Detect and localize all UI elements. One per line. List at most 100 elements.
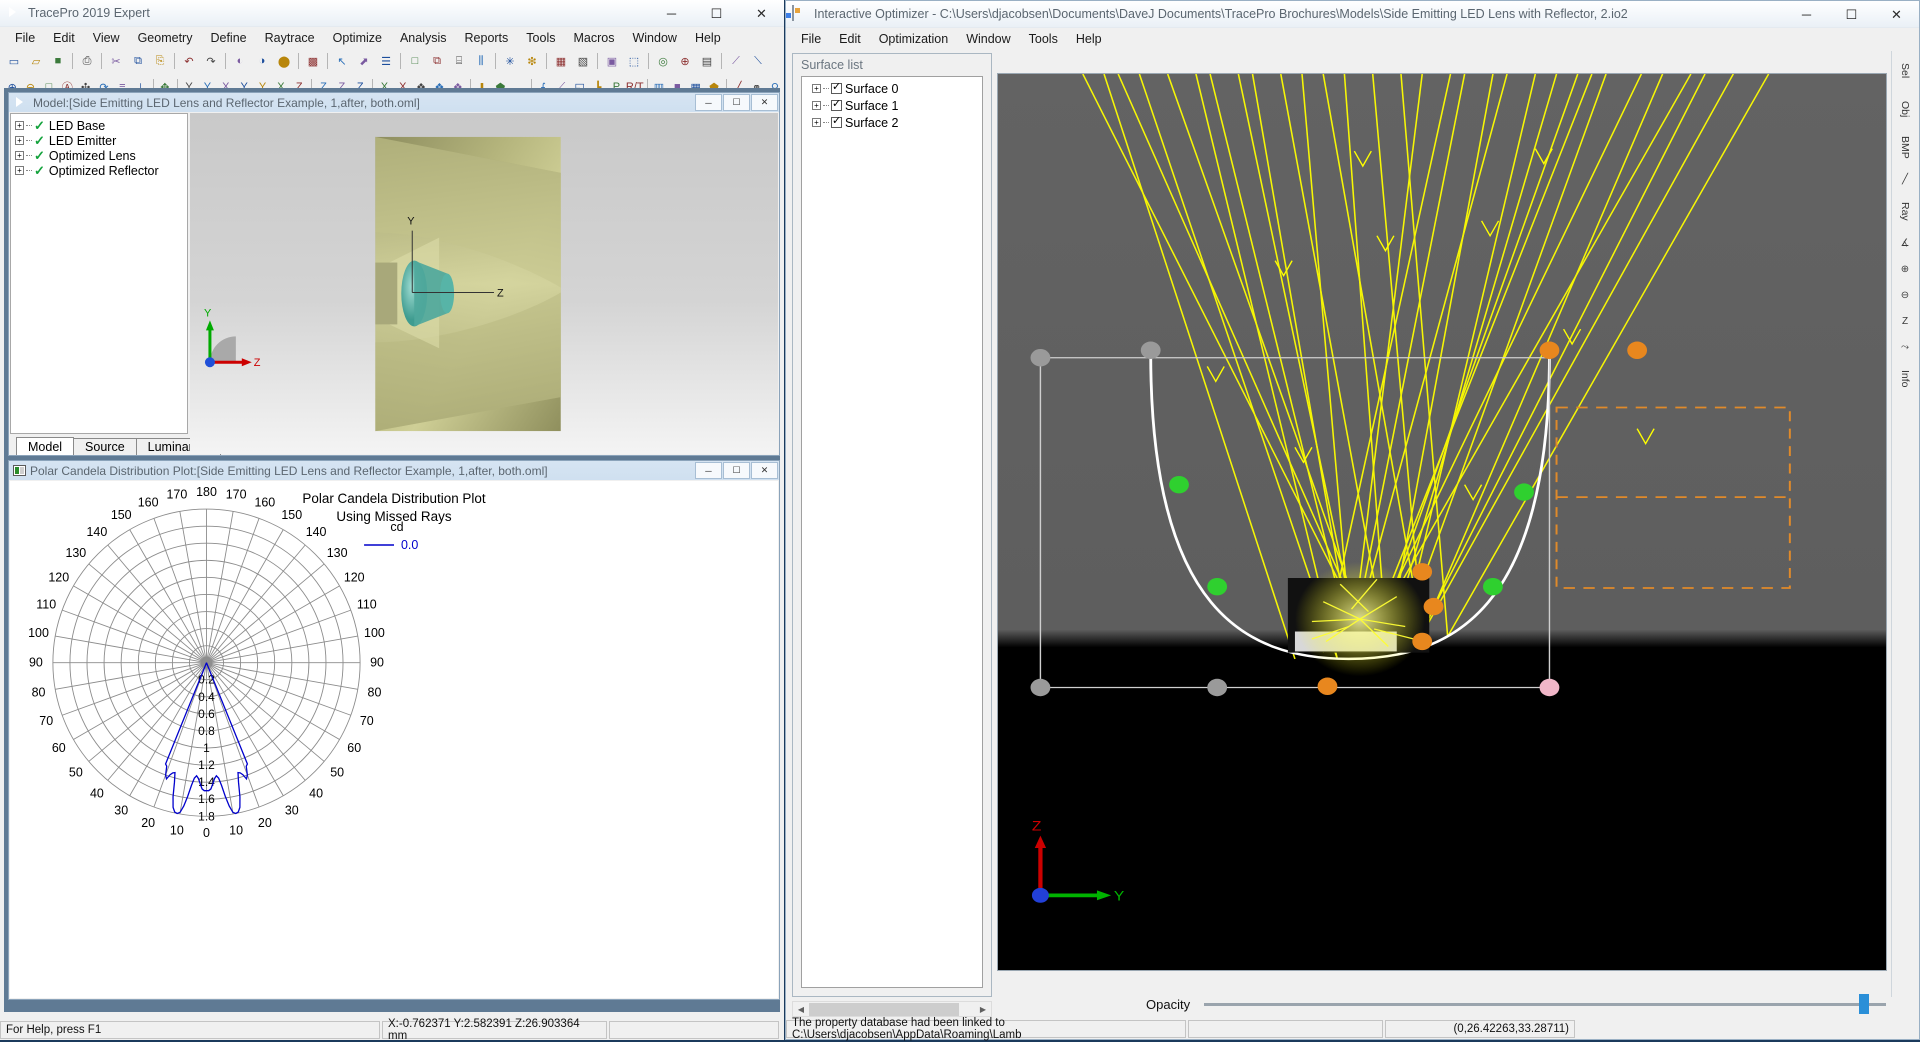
- window-tile-vertical-icon[interactable]: ⫼: [470, 50, 492, 72]
- candela-globe-icon[interactable]: ⊕: [674, 50, 696, 72]
- shade-icon[interactable]: ◑: [251, 50, 273, 72]
- tracepro-menu-optimize[interactable]: Optimize: [324, 29, 391, 47]
- axis-z-icon[interactable]: Z: [1893, 309, 1917, 333]
- tab-obj-button[interactable]: Obj: [1893, 91, 1917, 127]
- zoom-out-icon[interactable]: ⊖: [1893, 283, 1917, 307]
- optimizer-hscrollbar[interactable]: ◀ ▶: [792, 1001, 992, 1017]
- sort-rays-icon[interactable]: ⟋: [725, 50, 747, 72]
- tracepro-menu-analysis[interactable]: Analysis: [391, 29, 456, 47]
- reverse-raytrace-icon[interactable]: ❇: [521, 50, 543, 72]
- tracepro-close-button[interactable]: ✕: [739, 0, 784, 27]
- opacity-slider[interactable]: [1204, 993, 1886, 1014]
- model-tree[interactable]: + ✓ LED Base + ✓ LED Emitter + ✓ Optimized Lens +…: [10, 113, 188, 434]
- tracepro-menu-window[interactable]: Window: [623, 29, 685, 47]
- text-list-icon[interactable]: ☰: [375, 50, 397, 72]
- raytrace-icon[interactable]: ✳: [499, 50, 521, 72]
- window-single-icon[interactable]: □: [404, 50, 426, 72]
- hscroll-thumb[interactable]: [809, 1002, 959, 1016]
- select-edge-icon[interactable]: ⬈: [353, 50, 375, 72]
- print-icon[interactable]: ⎙: [76, 50, 98, 72]
- tree-expander-icon[interactable]: +: [15, 151, 24, 160]
- cut-icon[interactable]: ✂: [105, 50, 127, 72]
- optimizer-menu-optimization[interactable]: Optimization: [870, 30, 957, 48]
- model-maximize-button[interactable]: ☐: [723, 94, 750, 111]
- 3d-irradiance-icon[interactable]: ⬚: [623, 50, 645, 72]
- plot-minimize-button[interactable]: ─: [695, 462, 722, 479]
- optimizer-menu-help[interactable]: Help: [1067, 30, 1111, 48]
- tracepro-minimize-button[interactable]: ─: [649, 0, 694, 27]
- tab-model[interactable]: Model: [16, 437, 75, 455]
- paste-icon[interactable]: ⎘: [149, 50, 171, 72]
- surface-list[interactable]: + Surface 0 + Surface 1 + Surface 2: [801, 76, 983, 988]
- tracepro-menu-raytrace[interactable]: Raytrace: [256, 29, 324, 47]
- half-shade-icon[interactable]: ◐: [229, 50, 251, 72]
- surface-checkbox[interactable]: [831, 98, 842, 111]
- tracepro-menu-geometry[interactable]: Geometry: [129, 29, 202, 47]
- tab-info-button[interactable]: Info: [1893, 361, 1917, 397]
- tracepro-menu-macros[interactable]: Macros: [564, 29, 623, 47]
- tracepro-menu-help[interactable]: Help: [686, 29, 730, 47]
- tab-source[interactable]: Source: [73, 438, 137, 455]
- tree-node[interactable]: + ✓ Optimized Reflector: [15, 163, 187, 178]
- tracepro-maximize-button[interactable]: ☐: [694, 0, 739, 27]
- open-file-icon[interactable]: ▱: [25, 50, 47, 72]
- render-icon[interactable]: ▩: [302, 50, 324, 72]
- tree-expander-icon[interactable]: +: [15, 121, 24, 130]
- save-icon[interactable]: ■: [47, 50, 69, 72]
- optimizer-menu-tools[interactable]: Tools: [1020, 30, 1067, 48]
- tab-sel-button[interactable]: Sel: [1893, 53, 1917, 89]
- photo-real-icon[interactable]: ▣: [601, 50, 623, 72]
- model-minimize-button[interactable]: ─: [695, 94, 722, 111]
- window-cascade-icon[interactable]: ⧉: [426, 50, 448, 72]
- surface-expander-icon[interactable]: +: [812, 118, 821, 127]
- surface-expander-icon[interactable]: +: [812, 101, 821, 110]
- new-file-icon[interactable]: ▭: [3, 50, 25, 72]
- tree-node[interactable]: + ✓ Optimized Lens: [15, 148, 187, 163]
- solid-shade-icon[interactable]: ⬤: [273, 50, 295, 72]
- optimizer-maximize-button[interactable]: ☐: [1829, 1, 1874, 28]
- polar-candela-icon[interactable]: ◎: [652, 50, 674, 72]
- optimizer-menu-file[interactable]: File: [792, 30, 830, 48]
- surface-checkbox[interactable]: [831, 81, 842, 94]
- irradiance-map-icon[interactable]: ▦: [550, 50, 572, 72]
- tab-bmp-button[interactable]: BMP: [1893, 129, 1917, 165]
- model-close-button[interactable]: ✕: [751, 94, 778, 111]
- opacity-slider-thumb[interactable]: [1858, 993, 1869, 1014]
- copy-icon[interactable]: ⧉: [127, 50, 149, 72]
- tab-ray-button[interactable]: Ray: [1893, 193, 1917, 229]
- zoom-in-icon[interactable]: ⊕: [1893, 257, 1917, 281]
- optimizer-minimize-button[interactable]: ─: [1784, 1, 1829, 28]
- axis-xz-icon[interactable]: ⤳: [1893, 335, 1917, 359]
- surface-checkbox[interactable]: [831, 115, 842, 128]
- polar-plot-canvas[interactable]: Polar Candela Distribution Plot Using Mis…: [10, 481, 778, 998]
- select-arrow-icon[interactable]: ↖: [331, 50, 353, 72]
- surface-list-item[interactable]: + Surface 2: [812, 115, 982, 130]
- display-rays-icon[interactable]: ⟍: [747, 50, 769, 72]
- scroll-right-arrow-icon[interactable]: ▶: [975, 1005, 991, 1014]
- angle-icon[interactable]: ∡: [1893, 231, 1917, 255]
- redo-icon[interactable]: ↷: [200, 50, 222, 72]
- tree-expander-icon[interactable]: +: [15, 166, 24, 175]
- tracepro-menu-define[interactable]: Define: [201, 29, 255, 47]
- plot-close-button[interactable]: ✕: [751, 462, 778, 479]
- tracepro-menu-view[interactable]: View: [84, 29, 129, 47]
- tree-node[interactable]: + ✓ LED Base: [15, 118, 187, 133]
- tracepro-menu-reports[interactable]: Reports: [456, 29, 518, 47]
- plot-maximize-button[interactable]: ☐: [723, 462, 750, 479]
- tree-node[interactable]: + ✓ LED Emitter: [15, 133, 187, 148]
- optimizer-3d-viewport[interactable]: Z Y: [997, 73, 1887, 971]
- optimizer-menu-edit[interactable]: Edit: [830, 30, 870, 48]
- surface-expander-icon[interactable]: +: [812, 84, 821, 93]
- surface-list-item[interactable]: + Surface 0: [812, 81, 982, 96]
- measure-line-icon[interactable]: ╱: [1893, 167, 1917, 191]
- undo-icon[interactable]: ↶: [178, 50, 200, 72]
- tracepro-menu-file[interactable]: File: [6, 29, 44, 47]
- optimizer-close-button[interactable]: ✕: [1874, 1, 1919, 28]
- surface-list-item[interactable]: + Surface 1: [812, 98, 982, 113]
- candela-map-icon[interactable]: ▧: [572, 50, 594, 72]
- tracepro-menu-edit[interactable]: Edit: [44, 29, 84, 47]
- window-tile-horizontal-icon[interactable]: ⌸: [448, 50, 470, 72]
- scroll-left-arrow-icon[interactable]: ◀: [793, 1005, 809, 1014]
- tracepro-menu-tools[interactable]: Tools: [517, 29, 564, 47]
- optimizer-menu-window[interactable]: Window: [957, 30, 1019, 48]
